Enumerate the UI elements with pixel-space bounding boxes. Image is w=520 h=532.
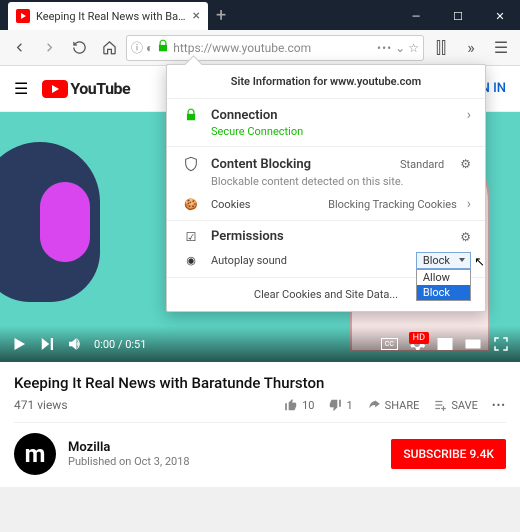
youtube-logo[interactable]: YouTube [42,79,130,98]
save-button[interactable]: SAVE [433,398,478,412]
captions-button[interactable]: cc [381,338,398,350]
popup-title: Site Information for www.youtube.com [167,65,485,98]
blocking-desc: Blockable content detected on this site. [211,175,471,188]
gear-icon[interactable]: ⚙ [460,230,471,244]
chevron-right-icon[interactable]: › [467,196,471,212]
permissions-section: ☑ Permissions ⚙ ◉ Autoplay sound Block A… [167,220,485,277]
video-stats: 471 views 10 1 SHARE SAVE ••• [14,398,506,423]
more-button[interactable]: ••• [492,399,506,412]
settings-button[interactable]: HD [408,335,426,353]
tracking-icon[interactable]: ◐ [146,41,153,55]
play-button[interactable] [10,335,28,353]
pocket-icon[interactable]: ⌄ [395,41,405,55]
site-info-icon[interactable]: ⓘ [131,39,143,56]
autoplay-icon: ◉ [181,254,201,267]
cookies-label: Cookies [211,198,318,211]
option-block[interactable]: Block [417,285,470,300]
new-tab-button[interactable]: + [216,5,226,26]
browser-toolbar: ⓘ ◐ https://www.youtube.com ••• ⌄ ☆ ⫿⫿ »… [0,30,520,66]
channel-name[interactable]: Mozilla [68,440,379,455]
player-controls: 0:00 / 0:51 cc HD [0,326,520,362]
volume-button[interactable] [66,335,84,353]
overflow-icon[interactable]: » [458,35,484,61]
youtube-favicon [16,9,30,23]
checklist-icon: ☑ [181,230,201,244]
url-text: https://www.youtube.com [173,41,374,55]
share-button[interactable]: SHARE [367,398,420,412]
channel-avatar[interactable]: m [14,433,56,475]
site-info-popup: Site Information for www.youtube.com Con… [166,64,486,312]
next-button[interactable] [38,335,56,353]
lock-icon [181,107,201,123]
window-close-button[interactable]: ✕ [480,2,520,30]
lock-icon[interactable] [156,38,170,57]
time-display: 0:00 / 0:51 [94,338,146,351]
browser-tab[interactable]: Keeping It Real News with Ba... × [8,2,208,30]
miniplayer-button[interactable] [436,335,454,353]
autoplay-row: ◉ Autoplay sound Block Allow Block ↖ [181,252,471,269]
chevron-right-icon[interactable]: › [467,107,471,123]
like-button[interactable]: 10 [284,398,314,412]
blocking-mode: Standard [400,158,444,171]
publish-date: Published on Oct 3, 2018 [68,455,379,468]
video-metadata: Keeping It Real News with Baratunde Thur… [0,362,520,487]
video-title: Keeping It Real News with Baratunde Thur… [14,374,506,392]
window-controls: — ☐ ✕ [396,2,520,30]
window-titlebar: Keeping It Real News with Ba... × + — ☐ … [0,0,520,30]
back-button[interactable] [6,35,32,61]
menu-icon[interactable]: ☰ [488,35,514,61]
page-actions-icon[interactable]: ••• [377,41,392,55]
connection-section[interactable]: Connection › Secure Connection [167,98,485,146]
blocking-title: Content Blocking [211,157,390,172]
view-count: 471 views [14,398,68,412]
option-allow[interactable]: Allow [417,270,470,285]
permissions-title: Permissions [211,229,450,244]
select-dropdown: Allow Block [416,269,471,301]
autoplay-select[interactable]: Block Allow Block ↖ [416,252,471,269]
cookies-row[interactable]: 🍪 Cookies Blocking Tracking Cookies › [181,196,471,212]
home-button[interactable] [96,35,122,61]
youtube-logo-icon [42,80,68,98]
cookie-icon: 🍪 [181,198,201,211]
url-bar[interactable]: ⓘ ◐ https://www.youtube.com ••• ⌄ ☆ [126,35,424,61]
tab-title: Keeping It Real News with Ba... [36,10,187,23]
cursor-icon: ↖ [474,255,485,270]
tab-close-icon[interactable]: × [193,8,200,24]
youtube-logo-text: YouTube [70,79,130,98]
subscribe-button[interactable]: SUBSCRIBE 9.4K [391,439,506,469]
cookies-value: Blocking Tracking Cookies [328,198,457,211]
connection-title: Connection [211,108,457,123]
connection-status: Secure Connection [211,125,471,138]
theater-button[interactable] [464,335,482,353]
hd-badge: HD [409,332,429,344]
youtube-menu-icon[interactable]: ☰ [14,79,28,98]
window-maximize-button[interactable]: ☐ [438,2,478,30]
select-value[interactable]: Block [416,252,471,269]
reload-button[interactable] [66,35,92,61]
bookmark-icon[interactable]: ☆ [408,41,419,55]
shield-icon [181,155,201,173]
dislike-button[interactable]: 1 [328,398,352,412]
window-minimize-button[interactable]: — [396,2,436,30]
fullscreen-button[interactable] [492,335,510,353]
content-blocking-section: Content Blocking Standard ⚙ Blockable co… [167,146,485,220]
gear-icon[interactable]: ⚙ [460,157,471,171]
library-icon[interactable]: ⫿⫿ [428,35,454,61]
channel-row: m Mozilla Published on Oct 3, 2018 SUBSC… [14,423,506,475]
autoplay-label: Autoplay sound [211,254,406,267]
forward-button[interactable] [36,35,62,61]
